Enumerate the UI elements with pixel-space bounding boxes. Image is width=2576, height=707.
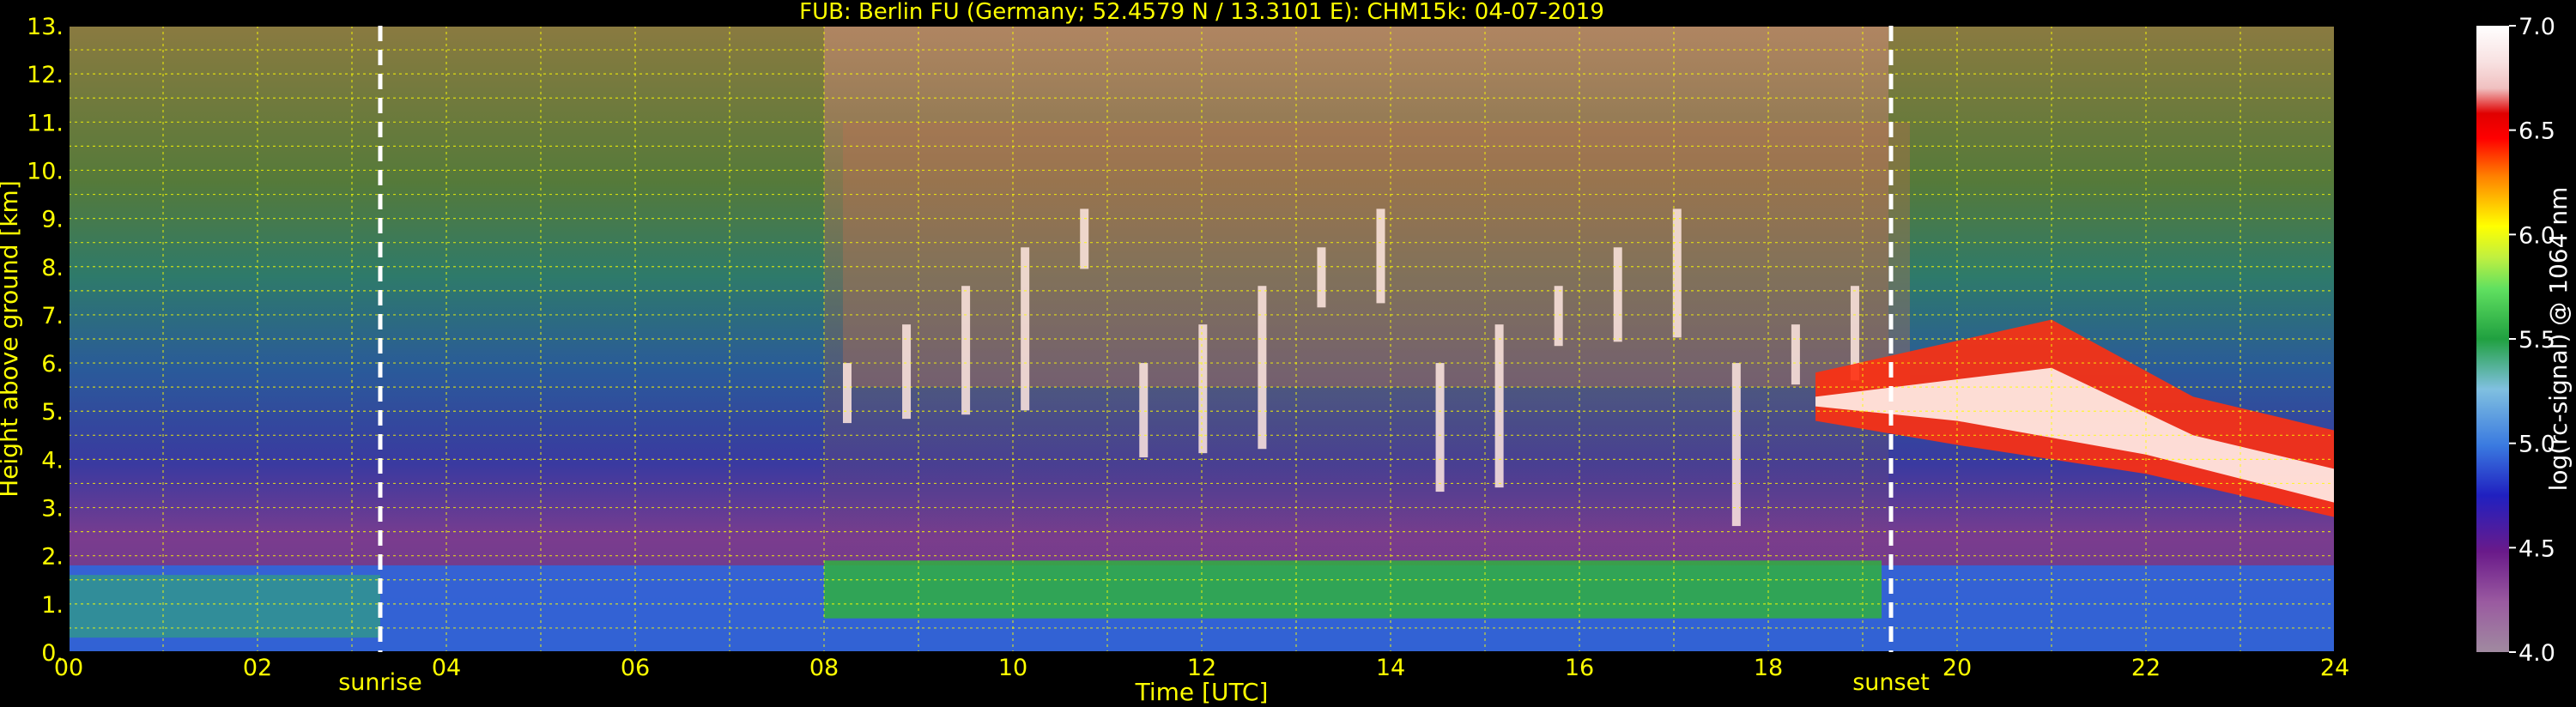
y-tick-label: 1. (41, 592, 64, 619)
lidar-figure: 00 02 04 06 08 10 12 14 16 18 20 22 240.1.2.3.4.5.6.… (0, 0, 2573, 706)
x-tick-label: 08 (809, 655, 839, 681)
cirrus-streak (1317, 247, 1326, 308)
cirrus-streak (1198, 324, 1208, 454)
x-tick-label: 18 (1754, 655, 1783, 681)
y-tick-label: 7. (41, 303, 64, 329)
colorbar-tick-label: 7.0 (2518, 14, 2555, 40)
y-tick-label: 9. (41, 207, 64, 233)
y-tick-label: 3. (41, 496, 64, 523)
x-tick-label: 20 (1943, 655, 1972, 681)
colorbar (2476, 26, 2509, 652)
boundary-layer-dense (824, 560, 1882, 619)
x-tick-label: 04 (432, 655, 461, 681)
cirrus-streak (1376, 208, 1385, 304)
colorbar-tick-label: 4.0 (2518, 640, 2555, 667)
x-tick-label: 14 (1376, 655, 1405, 681)
cirrus-streak (1554, 286, 1563, 347)
colorbar-tick-label: 6.5 (2518, 118, 2555, 145)
x-axis-label: Time [UTC] (1135, 678, 1269, 706)
cirrus-streak (1080, 208, 1089, 269)
x-tick-label: 24 (2320, 655, 2349, 681)
y-tick-label: 12. (27, 62, 64, 88)
y-tick-label: 11. (27, 110, 64, 136)
cirrus-streak (1258, 286, 1267, 450)
cirrus-streak (1494, 324, 1504, 488)
y-tick-label: 5. (41, 399, 64, 426)
sunrise-label: sunrise (338, 669, 422, 696)
y-tick-label: 13. (27, 14, 64, 40)
sunset-label: sunset (1852, 669, 1930, 696)
y-tick-label: 6. (41, 351, 64, 378)
chart-title: FUB: Berlin FU (Germany; 52.4579 N / 13.… (799, 0, 1604, 25)
y-tick-label: 2. (41, 544, 64, 571)
y-axis-label: Height above ground [km] (0, 180, 23, 498)
x-tick-label: 06 (621, 655, 650, 681)
cirrus-streak (1435, 363, 1445, 492)
y-tick-label: 10. (27, 158, 64, 184)
y-tick-label: 8. (41, 255, 64, 281)
y-tick-label: 4. (41, 447, 64, 474)
x-tick-label: 10 (998, 655, 1027, 681)
cirrus-streak (843, 363, 852, 424)
x-tick-label: 22 (2131, 655, 2161, 681)
cirrus-streak (1021, 247, 1030, 411)
plot-area (69, 26, 2335, 652)
cirrus-streak (1139, 363, 1149, 458)
colorbar-tick-label: 4.5 (2518, 535, 2555, 562)
x-tick-label: 02 (243, 655, 272, 681)
y-tick-label: 0. (41, 640, 64, 667)
cirrus-streak (961, 286, 971, 415)
colorbar-label: log(rc-signal) @ 1064 nm (2544, 187, 2573, 492)
cirrus-streak (1791, 324, 1800, 385)
cirrus-streak (902, 324, 912, 420)
cirrus-streak (1613, 247, 1622, 342)
x-tick-label: 16 (1565, 655, 1594, 681)
